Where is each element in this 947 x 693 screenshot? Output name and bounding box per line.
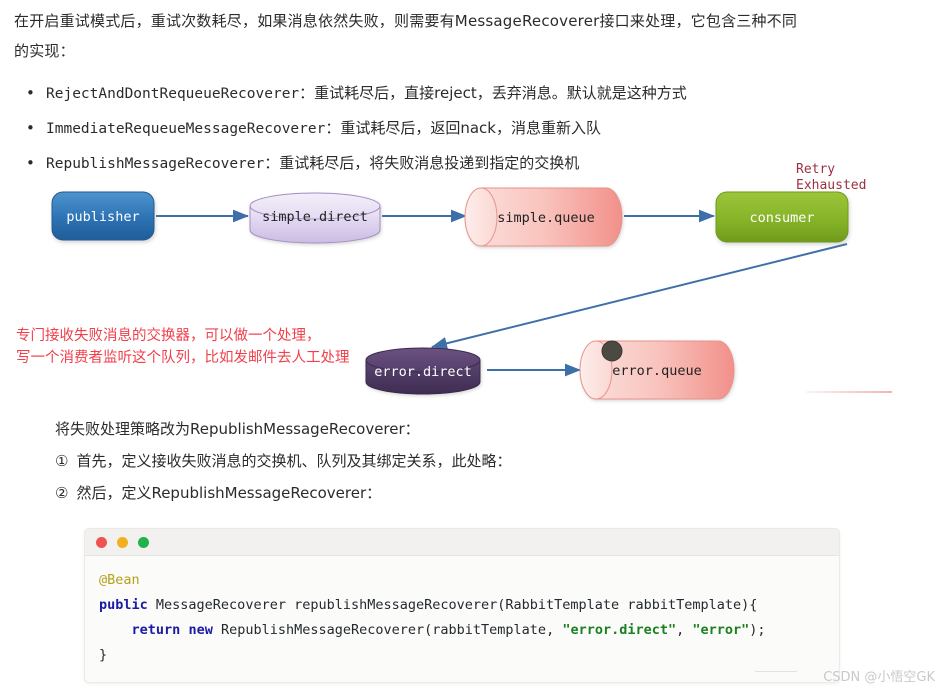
window-maximize-icon[interactable] bbox=[138, 536, 149, 548]
intro-text-line-2: 的实现： bbox=[14, 42, 75, 60]
lower-heading: 将失败处理策略改为RepublishMessageRecoverer： bbox=[55, 420, 420, 438]
code-token: @Bean bbox=[99, 572, 140, 588]
code-snippet-card: @Bean public MessageRecoverer republishMe… bbox=[84, 528, 840, 683]
code-token: "error" bbox=[692, 622, 750, 638]
code-card-titlebar bbox=[85, 529, 839, 556]
code-line: } bbox=[85, 643, 839, 668]
code-token: "error.direct" bbox=[562, 622, 677, 638]
node-consumer-label: consumer bbox=[749, 210, 814, 226]
node-publisher-label: publisher bbox=[66, 209, 139, 225]
window-close-icon[interactable] bbox=[96, 536, 107, 548]
recoverer-desc-1: ：重试耗尽后，返回nack，消息重新入队 bbox=[325, 119, 601, 137]
recoverer-name-0: RejectAndDontRequeueRecoverer bbox=[46, 86, 300, 102]
step-item-1: ① 首先，定义接收失败消息的交换机、队列及其绑定关系，此处略： bbox=[55, 445, 855, 477]
arrow-consumer-to-error-direct bbox=[431, 243, 848, 350]
step-text-2: 然后，定义RepublishMessageRecoverer： bbox=[76, 484, 382, 502]
intro-paragraph-line-2: 的实现： bbox=[14, 36, 934, 66]
watermark-rule bbox=[755, 671, 797, 672]
intro-text-line-1: 在开启重试模式后，重试次数耗尽，如果消息依然失败，则需要有MessageReco… bbox=[14, 12, 798, 30]
code-line: @Bean bbox=[85, 568, 839, 593]
article-steps-section: 将失败处理策略改为RepublishMessageRecoverer： ① 首先，… bbox=[55, 413, 855, 509]
code-token: ); bbox=[749, 622, 766, 638]
node-simple-queue-label: simple.queue bbox=[497, 210, 595, 226]
retry-exhausted-label-line-1: Retry bbox=[796, 162, 835, 177]
code-token: , bbox=[676, 622, 693, 638]
annotation-red-line-1: 专门接收失败消息的交换器，可以做一个处理， bbox=[16, 326, 321, 344]
code-token: MessageRecoverer republishMessageRecover… bbox=[147, 597, 758, 613]
code-line: public MessageRecoverer republishMessage… bbox=[85, 593, 839, 618]
retry-exhausted-label-line-2: Exhausted bbox=[796, 178, 866, 193]
message-dot-icon bbox=[601, 340, 623, 362]
code-token: } bbox=[99, 647, 108, 663]
code-token: new bbox=[188, 622, 213, 638]
intro-paragraph-line-1: 在开启重试模式后，重试次数耗尽，如果消息依然失败，则需要有MessageReco… bbox=[14, 6, 934, 36]
code-token: return bbox=[131, 622, 181, 638]
watermark-text: CSDN @小悟空GK bbox=[823, 670, 935, 685]
rabbitmq-flow-diagram: publisher simple.direct simple.queue con… bbox=[0, 150, 947, 415]
list-item: ImmediateRequeueMessageRecoverer：重试耗尽后，返… bbox=[14, 111, 934, 146]
list-item: RejectAndDontRequeueRecoverer：重试耗尽后，直接re… bbox=[14, 76, 934, 111]
code-body: @Bean public MessageRecoverer republishMe… bbox=[85, 556, 839, 682]
recoverer-name-1: ImmediateRequeueMessageRecoverer bbox=[46, 121, 326, 137]
decorative-rule bbox=[806, 391, 892, 393]
code-token: public bbox=[99, 597, 148, 613]
recoverer-desc-0: ：重试耗尽后，直接reject，丢弃消息。默认就是这种方式 bbox=[299, 84, 687, 102]
step-text-1: 首先，定义接收失败消息的交换机、队列及其绑定关系，此处略： bbox=[76, 452, 512, 470]
node-error-direct-label: error.direct bbox=[374, 364, 472, 380]
window-minimize-icon[interactable] bbox=[117, 536, 128, 548]
code-token: RepublishMessageRecoverer(rabbitTemplate… bbox=[212, 622, 563, 638]
node-simple-direct-label: simple.direct bbox=[262, 209, 368, 225]
node-error-queue-label: error.queue bbox=[612, 363, 701, 379]
step-marker-1: ① bbox=[55, 452, 69, 470]
code-line: return new RepublishMessageRecoverer(rab… bbox=[85, 618, 839, 643]
step-marker-2: ② bbox=[55, 484, 69, 502]
annotation-red-line-2: 写一个消费者监听这个队列，比如发邮件去人工处理 bbox=[16, 349, 350, 366]
step-item-2: ② 然后，定义RepublishMessageRecoverer： bbox=[55, 477, 855, 509]
